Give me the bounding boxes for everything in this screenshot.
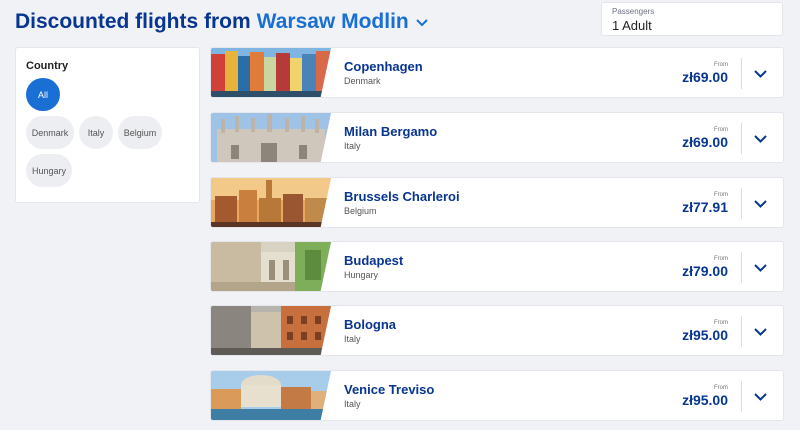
chevron-down-icon[interactable] bbox=[752, 65, 769, 82]
chip-denmark[interactable]: Denmark bbox=[26, 116, 74, 149]
divider bbox=[741, 123, 742, 154]
destination-photo bbox=[211, 242, 331, 292]
passengers-field[interactable]: Passengers 1 Adult bbox=[601, 2, 783, 36]
origin-city-selector[interactable]: Warsaw Modlin bbox=[257, 10, 409, 34]
divider bbox=[741, 381, 742, 412]
chip-all[interactable]: All bbox=[26, 78, 60, 111]
price-from-label: From bbox=[714, 320, 728, 326]
price-value: zł95.00 bbox=[682, 327, 728, 343]
price-from-label: From bbox=[714, 385, 728, 391]
price-value: zł69.00 bbox=[682, 134, 728, 150]
destination-city: Budapest bbox=[344, 253, 404, 268]
chip-hungary[interactable]: Hungary bbox=[26, 154, 72, 187]
chevron-down-icon[interactable] bbox=[752, 388, 769, 405]
flight-card[interactable]: Copenhagen Denmark From zł69.00 bbox=[210, 47, 784, 98]
destination-city: Venice Treviso bbox=[344, 382, 435, 397]
destination-city: Bologna bbox=[344, 317, 396, 332]
page-title-prefix: Discounted flights from bbox=[15, 10, 251, 33]
price-from-label: From bbox=[714, 127, 728, 133]
flight-card[interactable]: Venice Treviso Italy From zł95.00 bbox=[210, 370, 784, 421]
destination-photo bbox=[211, 178, 331, 228]
destination-city: Copenhagen bbox=[344, 59, 423, 74]
chip-belgium[interactable]: Belgium bbox=[118, 116, 162, 149]
destination-country: Hungary bbox=[344, 270, 379, 280]
destination-photo bbox=[211, 48, 331, 98]
destination-country: Italy bbox=[344, 141, 361, 151]
destination-photo bbox=[211, 371, 331, 421]
price-from-label: From bbox=[714, 192, 728, 198]
chevron-down-icon[interactable] bbox=[752, 130, 769, 147]
passengers-value: 1 Adult bbox=[612, 18, 652, 33]
country-filter-panel: Country All Denmark Italy Belgium Hungar… bbox=[15, 47, 200, 203]
destination-city: Brussels Charleroi bbox=[344, 189, 460, 204]
divider bbox=[741, 252, 742, 283]
passengers-label: Passengers bbox=[612, 7, 655, 16]
destination-city: Milan Bergamo bbox=[344, 124, 438, 139]
destination-photo bbox=[211, 306, 331, 356]
divider bbox=[741, 58, 742, 89]
destination-photo bbox=[211, 113, 331, 163]
price-value: zł79.00 bbox=[682, 263, 728, 279]
flight-card[interactable]: Bologna Italy From zł95.00 bbox=[210, 305, 784, 356]
flight-card[interactable]: Budapest Hungary From zł79.00 bbox=[210, 241, 784, 292]
destination-country: Italy bbox=[344, 334, 361, 344]
page-title: Discounted flights from Warsaw Modlin bbox=[15, 10, 429, 34]
destination-country: Belgium bbox=[344, 206, 377, 216]
price-value: zł69.00 bbox=[682, 69, 728, 85]
divider bbox=[741, 188, 742, 219]
divider bbox=[741, 316, 742, 347]
price-value: zł77.91 bbox=[682, 199, 728, 215]
chevron-down-icon[interactable] bbox=[415, 15, 429, 29]
chip-italy[interactable]: Italy bbox=[79, 116, 113, 149]
destination-country: Italy bbox=[344, 399, 361, 409]
destination-country: Denmark bbox=[344, 76, 381, 86]
country-filter-heading: Country bbox=[26, 60, 69, 72]
chevron-down-icon[interactable] bbox=[752, 259, 769, 276]
chevron-down-icon[interactable] bbox=[752, 323, 769, 340]
price-value: zł95.00 bbox=[682, 392, 728, 408]
flight-card[interactable]: Brussels Charleroi Belgium From zł77.91 bbox=[210, 177, 784, 228]
chevron-down-icon[interactable] bbox=[752, 195, 769, 212]
price-from-label: From bbox=[714, 256, 728, 262]
price-from-label: From bbox=[714, 62, 728, 68]
flight-card[interactable]: Milan Bergamo Italy From zł69.00 bbox=[210, 112, 784, 163]
